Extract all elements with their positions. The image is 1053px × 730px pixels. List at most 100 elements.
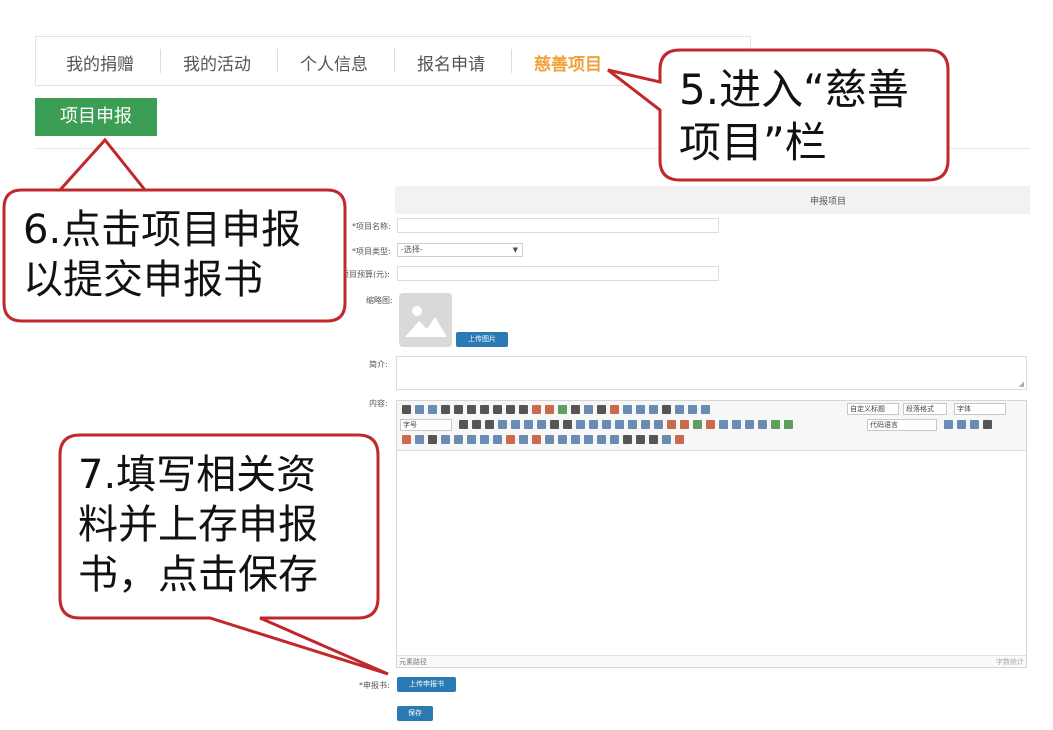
upload-report-button[interactable]: 上传申报书 xyxy=(397,677,456,692)
intro-textarea[interactable]: ◢ xyxy=(396,356,1027,390)
anchor-icon[interactable] xyxy=(602,420,611,429)
horizontal-rule-icon[interactable] xyxy=(983,420,992,429)
undo-icon[interactable] xyxy=(415,405,424,414)
rich-text-editor[interactable]: 自定义标题 段落格式 字体 字号 代码语言 元素路径 字数统计 xyxy=(396,400,1027,668)
uppercase-icon[interactable] xyxy=(550,420,559,429)
highlight-icon[interactable] xyxy=(610,405,619,414)
print-icon[interactable] xyxy=(623,435,632,444)
scrawl-icon[interactable] xyxy=(706,420,715,429)
rtl-icon[interactable] xyxy=(472,420,481,429)
nav-item-charity-projects[interactable]: 慈善项目 xyxy=(534,50,602,75)
ltr-icon[interactable] xyxy=(459,420,468,429)
nav-item-personal-info[interactable]: 个人信息 xyxy=(300,50,368,75)
row-spacing-top-icon[interactable] xyxy=(675,405,684,414)
special-chars-icon[interactable] xyxy=(428,435,437,444)
project-budget-input[interactable] xyxy=(397,266,719,281)
image-center-icon[interactable] xyxy=(654,420,663,429)
ordered-list-icon[interactable] xyxy=(623,405,632,414)
code-language-select[interactable]: 代码语言 xyxy=(867,419,937,431)
attachment-icon[interactable] xyxy=(745,420,754,429)
spellcheck-icon[interactable] xyxy=(454,435,463,444)
save-button[interactable]: 保存 xyxy=(397,706,433,721)
link-icon[interactable] xyxy=(576,420,585,429)
frame-icon[interactable] xyxy=(771,420,780,429)
font-select[interactable]: 字体 xyxy=(954,403,1006,415)
emotion-icon[interactable] xyxy=(693,420,702,429)
insert-image-icon[interactable] xyxy=(667,420,676,429)
map-icon[interactable] xyxy=(758,420,767,429)
clear-doc-icon[interactable] xyxy=(662,405,671,414)
align-left-icon[interactable] xyxy=(498,420,507,429)
underline-icon[interactable] xyxy=(467,405,476,414)
date-icon[interactable] xyxy=(402,435,411,444)
insert-table-icon[interactable] xyxy=(467,435,476,444)
time-icon[interactable] xyxy=(415,435,424,444)
search-replace-icon[interactable] xyxy=(441,435,450,444)
template-icon[interactable] xyxy=(784,420,793,429)
project-name-input[interactable] xyxy=(397,218,719,233)
callout-5-line-1: 5.进入“慈善 xyxy=(679,65,909,114)
plain-text-icon[interactable] xyxy=(584,405,593,414)
music-icon[interactable] xyxy=(732,420,741,429)
border-icon[interactable] xyxy=(480,405,489,414)
preview-icon[interactable] xyxy=(636,435,645,444)
split-cells-icon[interactable] xyxy=(584,435,593,444)
multi-image-icon[interactable] xyxy=(680,420,689,429)
line-height-icon[interactable] xyxy=(701,405,710,414)
quote-icon[interactable] xyxy=(571,405,580,414)
align-right-icon[interactable] xyxy=(524,420,533,429)
font-color-icon[interactable] xyxy=(597,405,606,414)
project-type-select[interactable]: -选择- ▼ xyxy=(397,243,523,257)
bold-icon[interactable] xyxy=(441,405,450,414)
image-right-icon[interactable] xyxy=(641,420,650,429)
redo-icon[interactable] xyxy=(428,405,437,414)
image-left-icon[interactable] xyxy=(615,420,624,429)
align-center-icon[interactable] xyxy=(511,420,520,429)
eraser-icon[interactable] xyxy=(532,405,541,414)
unlink-icon[interactable] xyxy=(589,420,598,429)
callout-5-text: 5.进入“慈善 项目”栏 xyxy=(679,64,909,169)
insert-col-icon[interactable] xyxy=(519,435,528,444)
merge-cells-icon[interactable] xyxy=(545,435,554,444)
page-break-icon[interactable] xyxy=(944,420,953,429)
nav-item-registration[interactable]: 报名申请 xyxy=(417,50,485,75)
unordered-list-icon[interactable] xyxy=(636,405,645,414)
nav-item-my-donations[interactable]: 我的捐赠 xyxy=(66,50,134,75)
search-icon[interactable] xyxy=(649,435,658,444)
indent-icon[interactable] xyxy=(485,420,494,429)
html-source-icon[interactable] xyxy=(402,405,411,414)
split-rows-icon[interactable] xyxy=(597,435,606,444)
justify-icon[interactable] xyxy=(537,420,546,429)
row-spacing-bottom-icon[interactable] xyxy=(688,405,697,414)
font-size-select[interactable]: 字号 xyxy=(400,419,452,431)
merge-right-icon[interactable] xyxy=(558,435,567,444)
format-brush-icon[interactable] xyxy=(545,405,554,414)
split-cols-icon[interactable] xyxy=(610,435,619,444)
superscript-icon[interactable] xyxy=(506,405,515,414)
draft-icon[interactable] xyxy=(675,435,684,444)
project-apply-button[interactable]: 项目申报 xyxy=(35,98,157,136)
delete-col-icon[interactable] xyxy=(532,435,541,444)
background-icon[interactable] xyxy=(957,420,966,429)
help-icon[interactable] xyxy=(662,435,671,444)
image-none-icon[interactable] xyxy=(628,420,637,429)
auto-format-icon[interactable] xyxy=(558,405,567,414)
subscript-icon[interactable] xyxy=(519,405,528,414)
heading-select[interactable]: 自定义标题 xyxy=(847,403,899,415)
chart-icon[interactable] xyxy=(970,420,979,429)
italic-icon[interactable] xyxy=(454,405,463,414)
element-path: 元素路径 xyxy=(399,658,427,666)
lowercase-icon[interactable] xyxy=(563,420,572,429)
select-all-icon[interactable] xyxy=(649,405,658,414)
merge-down-icon[interactable] xyxy=(571,435,580,444)
paragraph-select[interactable]: 段落格式 xyxy=(903,403,947,415)
insert-video-icon[interactable] xyxy=(719,420,728,429)
nav-item-my-activities[interactable]: 我的活动 xyxy=(183,50,251,75)
upload-image-button[interactable]: 上传图片 xyxy=(456,332,508,347)
callout-6-text: 6.点击项目申报 以提交申报书 xyxy=(23,205,301,305)
delete-row-icon[interactable] xyxy=(506,435,515,444)
insert-row-icon[interactable] xyxy=(493,435,502,444)
delete-table-icon[interactable] xyxy=(480,435,489,444)
resize-handle-icon[interactable]: ◢ xyxy=(1019,380,1024,388)
strikethrough-icon[interactable] xyxy=(493,405,502,414)
